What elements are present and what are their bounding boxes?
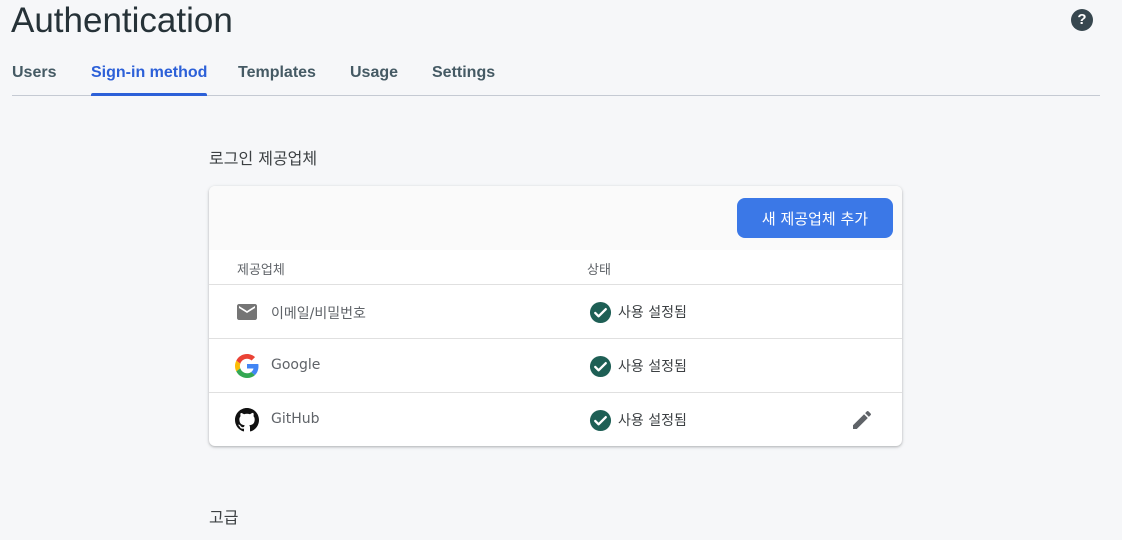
- advanced-heading: 고급: [209, 508, 239, 527]
- tab-sign-in-method[interactable]: Sign-in method: [91, 64, 208, 96]
- tab-usage[interactable]: Usage: [350, 64, 398, 95]
- table-row[interactable]: GitHub 사용 설정됨: [209, 393, 902, 446]
- provider-name: Google: [271, 357, 321, 373]
- email-icon: [237, 304, 257, 320]
- authentication-page: Authentication ? Users Sign-in method Te…: [0, 0, 1122, 540]
- column-header-provider: 제공업체: [237, 263, 285, 278]
- tab-bar: Users Sign-in method Templates Usage Set…: [12, 56, 1100, 96]
- providers-card: 새 제공업체 추가 제공업체 상태 이메일/비밀번호 사용 설정됨 Google…: [209, 186, 902, 446]
- table-header: 제공업체 상태: [209, 250, 902, 285]
- card-toolbar: 새 제공업체 추가: [209, 186, 902, 250]
- table-row[interactable]: Google 사용 설정됨: [209, 339, 902, 393]
- provider-name: GitHub: [271, 411, 320, 427]
- google-icon: [235, 354, 259, 378]
- table-row[interactable]: 이메일/비밀번호 사용 설정됨: [209, 285, 902, 339]
- check-circle-icon: [589, 301, 612, 324]
- check-circle-icon: [589, 409, 612, 432]
- status-text: 사용 설정됨: [618, 305, 687, 321]
- status-text: 사용 설정됨: [618, 359, 687, 375]
- tab-settings[interactable]: Settings: [432, 64, 495, 95]
- edit-pencil-icon[interactable]: [850, 408, 874, 432]
- column-header-status: 상태: [587, 263, 611, 278]
- github-icon: [235, 408, 259, 432]
- add-provider-button[interactable]: 새 제공업체 추가: [737, 198, 893, 238]
- tab-users[interactable]: Users: [12, 64, 56, 95]
- provider-name: 이메일/비밀번호: [271, 306, 366, 322]
- help-icon[interactable]: ?: [1071, 9, 1093, 31]
- providers-heading: 로그인 제공업체: [209, 149, 318, 168]
- page-title: Authentication: [11, 1, 233, 40]
- check-circle-icon: [589, 355, 612, 378]
- status-text: 사용 설정됨: [618, 413, 687, 429]
- tab-templates[interactable]: Templates: [238, 64, 316, 95]
